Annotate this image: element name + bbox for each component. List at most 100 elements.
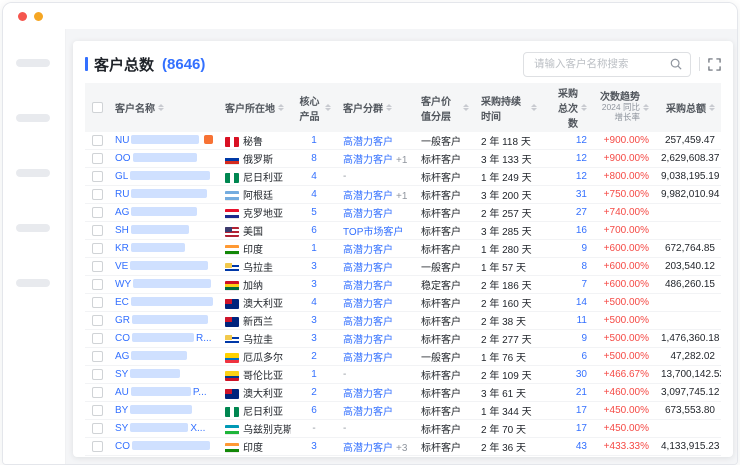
customer-name-link[interactable]: VE (115, 261, 210, 272)
row-checkbox[interactable] (92, 171, 103, 182)
purchase-count-link[interactable]: 12 (576, 171, 587, 182)
customer-name-link[interactable]: RU (115, 189, 209, 200)
column-header-count[interactable]: 采购总次数 (543, 83, 593, 132)
search-input[interactable] (532, 57, 664, 71)
core-products-count[interactable]: 3 (311, 315, 317, 326)
sort-icon[interactable] (386, 104, 392, 111)
traffic-light-dot[interactable] (34, 12, 43, 21)
customer-name-link[interactable]: GR (115, 315, 210, 326)
customer-name-link[interactable]: OO (115, 153, 199, 164)
segment-tag[interactable]: 高潜力客户 (343, 137, 393, 148)
segment-tag[interactable]: 高潜力客户 (343, 263, 393, 274)
segment-tag[interactable]: 高潜力客户 (343, 353, 393, 364)
core-products-count[interactable]: 1 (311, 369, 317, 380)
row-checkbox[interactable] (92, 207, 103, 218)
row-checkbox[interactable] (92, 225, 103, 236)
core-products-count[interactable]: 3 (311, 441, 317, 452)
core-products-count[interactable]: 6 (311, 225, 317, 236)
core-products-count[interactable]: 8 (311, 153, 317, 164)
column-header-duration[interactable]: 采购持续时间 (475, 83, 543, 132)
row-checkbox[interactable] (92, 387, 103, 398)
column-header-name[interactable]: 客户名称 (109, 83, 219, 132)
row-checkbox[interactable] (92, 441, 103, 452)
row-checkbox[interactable] (92, 261, 103, 272)
core-products-count[interactable]: 6 (311, 405, 317, 416)
row-checkbox[interactable] (92, 405, 103, 416)
customer-name-link[interactable]: WY (115, 279, 213, 290)
segment-tag[interactable]: 高潜力客户 (343, 299, 393, 310)
segment-tag[interactable]: 高潜力客户 (343, 389, 393, 400)
core-products-count[interactable]: 5 (311, 207, 317, 218)
sort-icon[interactable] (463, 104, 469, 111)
customer-name-link[interactable]: BY (115, 405, 194, 416)
purchase-count-link[interactable]: 31 (576, 189, 587, 200)
purchase-count-link[interactable]: 6 (581, 351, 587, 362)
segment-tag[interactable]: TOP市场客户 (343, 227, 403, 238)
purchase-count-link[interactable]: 17 (576, 423, 587, 434)
core-products-count[interactable]: 2 (311, 387, 317, 398)
core-products-count[interactable]: 2 (311, 351, 317, 362)
purchase-count-link[interactable]: 21 (576, 387, 587, 398)
sort-icon[interactable] (325, 104, 331, 111)
row-checkbox[interactable] (92, 351, 103, 362)
purchase-count-link[interactable]: 7 (581, 279, 587, 290)
traffic-light-dot[interactable] (18, 12, 27, 21)
segment-tag[interactable]: 高潜力客户 (343, 155, 393, 166)
customer-name-link[interactable]: SY (115, 369, 182, 380)
purchase-count-link[interactable]: 12 (576, 153, 587, 164)
purchase-count-link[interactable]: 8 (581, 261, 587, 272)
customer-name-link[interactable]: NU (115, 135, 201, 146)
customer-name-link[interactable]: COR... (115, 333, 212, 344)
customer-name-link[interactable]: CO (115, 441, 212, 452)
row-checkbox[interactable] (92, 369, 103, 380)
row-checkbox[interactable] (92, 153, 103, 164)
row-checkbox[interactable] (92, 243, 103, 254)
purchase-count-link[interactable]: 30 (576, 369, 587, 380)
row-checkbox[interactable] (92, 423, 103, 434)
expand-icon[interactable] (708, 58, 721, 71)
purchase-count-link[interactable]: 9 (581, 333, 587, 344)
segment-tag[interactable]: 高潜力客户 (343, 209, 393, 220)
purchase-count-link[interactable]: 17 (576, 405, 587, 416)
column-header-location[interactable]: 客户所在地 (219, 83, 291, 132)
sort-icon[interactable] (278, 104, 284, 111)
customer-name-link[interactable]: AUP... (115, 387, 207, 398)
core-products-count[interactable]: 3 (311, 261, 317, 272)
core-products-count[interactable]: 3 (311, 333, 317, 344)
sort-icon[interactable] (581, 104, 587, 111)
column-header-trend[interactable]: 次数趋势2024 同比增长率 (593, 83, 655, 132)
customer-name-link[interactable]: GL (115, 171, 212, 182)
purchase-count-link[interactable]: 11 (577, 315, 587, 326)
purchase-count-link[interactable]: 9 (581, 243, 587, 254)
purchase-count-link[interactable]: 14 (576, 297, 587, 308)
customer-name-link[interactable]: KR (115, 243, 187, 254)
row-checkbox[interactable] (92, 135, 103, 146)
core-products-count[interactable]: 1 (311, 243, 317, 254)
column-header-tier[interactable]: 客户价值分层 (415, 83, 475, 132)
row-checkbox[interactable] (92, 297, 103, 308)
core-products-count[interactable]: 4 (311, 297, 317, 308)
sort-icon[interactable] (643, 104, 649, 111)
segment-tag[interactable]: 高潜力客户 (343, 281, 393, 292)
customer-name-link[interactable]: EC (115, 297, 215, 308)
select-all-checkbox[interactable] (92, 102, 103, 113)
segment-tag[interactable]: 高潜力客户 (343, 407, 393, 418)
segment-tag[interactable]: 高潜力客户 (343, 245, 393, 256)
purchase-count-link[interactable]: 27 (576, 207, 587, 218)
purchase-count-link[interactable]: 16 (576, 225, 587, 236)
row-checkbox[interactable] (92, 279, 103, 290)
purchase-count-link[interactable]: 12 (576, 135, 587, 146)
sort-icon[interactable] (158, 104, 164, 111)
column-header-segment[interactable]: 客户分群 (337, 83, 415, 132)
segment-tag[interactable]: 高潜力客户 (343, 443, 393, 454)
customer-name-link[interactable]: SH (115, 225, 191, 236)
purchase-count-link[interactable]: 43 (576, 441, 587, 452)
row-checkbox[interactable] (92, 333, 103, 344)
search-icon[interactable] (670, 58, 682, 70)
column-header-core[interactable]: 核心产品 (291, 83, 337, 132)
column-header-total[interactable]: 采购总额 (655, 83, 721, 132)
row-checkbox[interactable] (92, 189, 103, 200)
core-products-count[interactable]: 4 (311, 171, 317, 182)
segment-tag[interactable]: 高潜力客户 (343, 317, 393, 328)
row-checkbox[interactable] (92, 315, 103, 326)
